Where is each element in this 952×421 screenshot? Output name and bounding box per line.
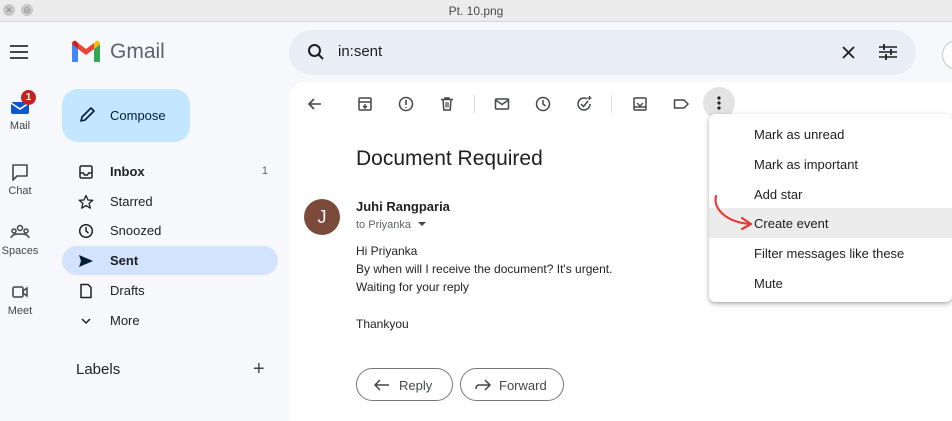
sidebar-label-snoozed: Snoozed: [110, 223, 162, 238]
sidebar-item-inbox[interactable]: Inbox 1: [62, 157, 278, 186]
rail-mail[interactable]: 1 Mail: [0, 90, 40, 132]
sidebar-item-starred[interactable]: Starred: [62, 187, 278, 216]
sidebar-label-more: More: [110, 313, 140, 328]
window-titlebar: ✕ ⊘ Pt. 10.png: [0, 0, 952, 22]
annotation-arrow-icon: [714, 194, 753, 231]
compose-label: Compose: [110, 108, 166, 123]
mail-badge: 1: [21, 90, 36, 105]
sidebar-label-inbox: Inbox: [110, 164, 145, 179]
body-line: By when will I receive the document? It'…: [356, 262, 613, 276]
email-subject: Document Required: [356, 147, 543, 170]
search-icon[interactable]: [307, 43, 325, 61]
spaces-icon: [10, 224, 30, 239]
menu-item-mark-important[interactable]: Mark as important: [709, 149, 952, 179]
menu-item-mute[interactable]: Mute: [709, 268, 952, 298]
search-input[interactable]: in:sent: [338, 43, 382, 60]
rail-label-spaces: Spaces: [1, 245, 39, 257]
reply-button[interactable]: Reply: [356, 368, 453, 401]
inbox-count: 1: [261, 165, 268, 177]
menu-item-filter-messages[interactable]: Filter messages like these: [709, 238, 952, 268]
app-name: Gmail: [110, 40, 165, 63]
report-spam-icon[interactable]: [397, 95, 415, 113]
rail-label-chat: Chat: [8, 185, 32, 197]
sidebar-item-snoozed[interactable]: Snoozed: [62, 216, 278, 245]
pencil-icon: [80, 107, 95, 122]
reply-icon: [374, 379, 389, 391]
label-icon[interactable]: [672, 95, 690, 113]
inbox-icon: [79, 165, 93, 179]
mark-unread-icon[interactable]: [493, 95, 511, 113]
window-title: Pt. 10.png: [448, 4, 504, 18]
clear-search-icon[interactable]: [841, 45, 856, 60]
toolbar-divider: [474, 95, 475, 113]
forward-label: Forward: [499, 378, 547, 393]
snooze-icon[interactable]: [534, 95, 552, 113]
clock-icon: [78, 223, 94, 239]
sidebar-label-starred: Starred: [110, 194, 153, 209]
support-button[interactable]: [942, 40, 952, 70]
sidebar-item-drafts[interactable]: Drafts: [62, 276, 278, 305]
menu-icon[interactable]: [9, 44, 29, 60]
recipient-line[interactable]: to Priyanka: [356, 219, 427, 231]
sidebar-item-more[interactable]: More: [62, 306, 278, 335]
meet-icon: [12, 286, 28, 298]
star-icon: [78, 194, 94, 209]
rail-spaces[interactable]: Spaces: [0, 220, 40, 257]
menu-item-mark-unread[interactable]: Mark as unread: [709, 119, 952, 149]
add-task-icon[interactable]: [575, 95, 593, 113]
chevron-down-icon: [81, 318, 91, 325]
rail-label-mail: Mail: [9, 120, 31, 132]
sender-name[interactable]: Juhi Rangparia: [356, 199, 450, 214]
rail-label-meet: Meet: [7, 305, 33, 317]
search-bar[interactable]: in:sent: [289, 30, 916, 75]
back-arrow-icon[interactable]: [306, 95, 324, 113]
add-label-icon[interactable]: +: [253, 359, 265, 379]
chat-icon: [12, 164, 28, 181]
forward-icon: [475, 379, 491, 391]
forward-button[interactable]: Forward: [460, 368, 564, 401]
gmail-logo-icon[interactable]: [70, 40, 102, 64]
toolbar-divider: [611, 95, 612, 113]
compose-button[interactable]: Compose: [62, 89, 190, 142]
body-line: Waiting for your reply: [356, 280, 469, 294]
rail-chat[interactable]: Chat: [0, 160, 40, 197]
body-line: Hi Priyanka: [356, 244, 418, 258]
search-options-icon[interactable]: [878, 43, 898, 61]
caret-down-icon[interactable]: [417, 220, 427, 228]
delete-icon[interactable]: [438, 95, 456, 113]
recipient-text: to Priyanka: [356, 219, 412, 231]
sidebar-label-drafts: Drafts: [110, 283, 145, 298]
body-line: Thankyou: [356, 317, 409, 331]
send-icon: [79, 255, 93, 267]
sidebar-label-sent: Sent: [110, 253, 139, 268]
move-to-icon[interactable]: [631, 95, 649, 113]
archive-icon[interactable]: [356, 95, 374, 113]
avatar[interactable]: J: [304, 199, 340, 235]
rail-meet[interactable]: Meet: [0, 280, 40, 317]
reply-label: Reply: [399, 378, 433, 393]
sidebar-item-sent[interactable]: Sent: [62, 246, 278, 275]
draft-icon: [80, 283, 92, 299]
labels-heading: Labels: [76, 361, 121, 378]
